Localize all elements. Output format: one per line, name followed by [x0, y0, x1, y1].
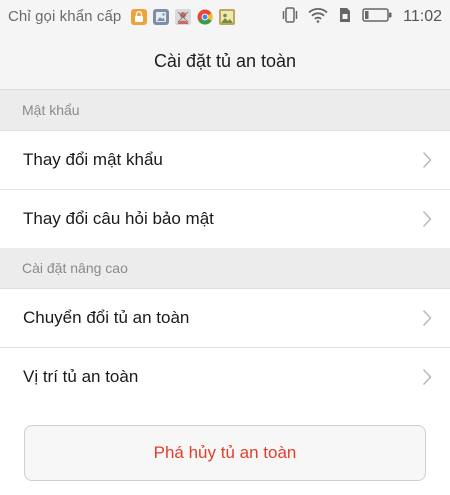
status-right: 11:02: [281, 0, 442, 33]
row-label: Thay đổi mật khẩu: [23, 150, 163, 169]
wifi-icon: [308, 7, 328, 27]
section-header-password: Mật khẩu: [0, 90, 450, 131]
chevron-right-icon: [422, 309, 432, 327]
destroy-safe-button[interactable]: Phá hủy tủ an toàn: [24, 425, 426, 481]
section-header-advanced: Cài đặt nâng cao: [0, 248, 450, 289]
battery-icon: [362, 7, 392, 27]
switch-safe-item[interactable]: Chuyển đổi tủ an toàn: [0, 289, 450, 347]
section-title: Mật khẩu: [22, 102, 80, 118]
change-security-question-item[interactable]: Thay đổi câu hỏi bảo mật: [0, 190, 450, 248]
row-label: Thay đổi câu hỏi bảo mật: [23, 209, 214, 228]
clock: 11:02: [403, 7, 442, 25]
change-password-item[interactable]: Thay đổi mật khẩu: [0, 131, 450, 189]
status-bar: Chỉ gọi khẩn cấp 11:02: [0, 0, 450, 33]
chevron-right-icon: [422, 151, 432, 169]
row-label: Chuyển đổi tủ an toàn: [23, 308, 190, 327]
row-label: Vị trí tủ an toàn: [23, 367, 139, 386]
settings-screen: Chỉ gọi khẩn cấp 11:02 Cài đặt tủ an toà…: [0, 0, 450, 495]
section-title: Cài đặt nâng cao: [22, 260, 128, 276]
chevron-right-icon: [422, 210, 432, 228]
avatar-app-icon: [175, 8, 192, 25]
lock-app-icon: [131, 8, 148, 25]
gallery-icon: [153, 8, 170, 25]
status-left: Chỉ gọi khẩn cấp: [0, 8, 236, 25]
chrome-icon: [197, 9, 213, 25]
photo-app-icon: [219, 8, 236, 25]
vibrate-icon: [281, 6, 299, 27]
title-bar: Cài đặt tủ an toàn: [0, 33, 450, 90]
carrier-text: Chỉ gọi khẩn cấp: [8, 8, 122, 25]
safe-location-item[interactable]: Vị trí tủ an toàn: [0, 348, 450, 406]
sim-icon: [337, 7, 353, 27]
page-title: Cài đặt tủ an toàn: [153, 50, 297, 71]
chevron-right-icon: [422, 368, 432, 386]
bottom-action-area: Phá hủy tủ an toàn: [0, 406, 450, 495]
